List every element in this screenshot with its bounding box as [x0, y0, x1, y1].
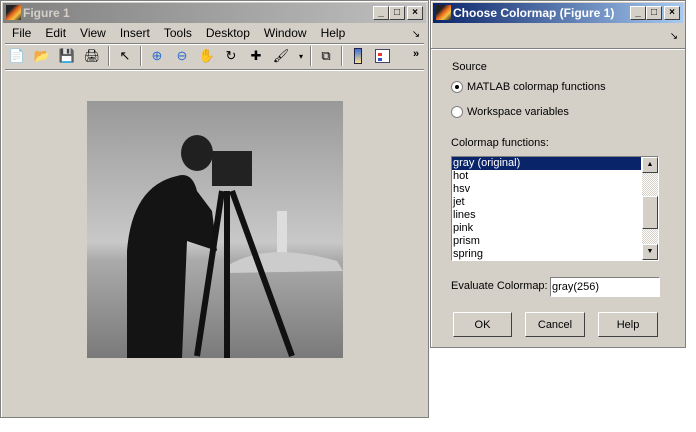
close-button[interactable]: ×: [407, 6, 423, 20]
menu-separator: [5, 43, 424, 45]
evaluate-colormap-label: Evaluate Colormap:: [451, 280, 548, 292]
menu-insert[interactable]: Insert: [113, 26, 157, 40]
figure-title-bar[interactable]: Figure 1 _ □ ×: [3, 3, 426, 23]
dialog-title: Choose Colormap (Figure 1): [453, 6, 615, 20]
new-file-icon[interactable]: 📄: [8, 47, 26, 65]
list-item[interactable]: pink: [452, 222, 641, 235]
scroll-down-button[interactable]: ▼: [642, 244, 658, 260]
cancel-button[interactable]: Cancel: [525, 312, 585, 337]
evaluate-colormap-input[interactable]: [550, 277, 660, 297]
legend-icon[interactable]: [373, 47, 391, 65]
radio-matlab-functions-label[interactable]: MATLAB colormap functions: [467, 81, 606, 93]
radio-workspace-variables[interactable]: [451, 106, 463, 118]
open-folder-icon[interactable]: 📂: [33, 47, 51, 65]
list-item[interactable]: spring: [452, 248, 641, 261]
pan-hand-icon[interactable]: ✋: [198, 47, 216, 65]
list-item[interactable]: gray (original): [452, 157, 641, 170]
maximize-button[interactable]: □: [646, 6, 662, 20]
matlab-logo-icon: [436, 5, 451, 20]
source-label: Source: [452, 61, 487, 73]
toolbar-separator: [341, 46, 343, 66]
dialog-separator: [431, 48, 685, 50]
scroll-up-button[interactable]: ▲: [642, 157, 658, 173]
toolbar-separator: [310, 46, 312, 66]
toolbar-separator-line: [5, 69, 424, 71]
menu-edit[interactable]: Edit: [38, 26, 73, 40]
cameraman-image: [87, 101, 343, 358]
help-button[interactable]: Help: [598, 312, 658, 337]
dock-arrow-icon[interactable]: ↘: [665, 27, 683, 45]
list-item[interactable]: prism: [452, 235, 641, 248]
zoom-out-icon[interactable]: ⊖: [173, 47, 191, 65]
link-plot-icon[interactable]: ⧉: [317, 47, 335, 65]
menu-file[interactable]: File: [5, 26, 38, 40]
data-cursor-icon[interactable]: ✚: [247, 47, 265, 65]
maximize-button[interactable]: □: [389, 6, 405, 20]
brush-icon[interactable]: 🖌: [272, 47, 290, 65]
select-arrow-icon[interactable]: ↖: [116, 47, 134, 65]
toolbar-separator: [140, 46, 142, 66]
print-icon[interactable]: 🖨: [83, 47, 101, 65]
list-item[interactable]: hot: [452, 170, 641, 183]
menu-help[interactable]: Help: [314, 26, 353, 40]
menu-tools[interactable]: Tools: [157, 26, 199, 40]
list-item[interactable]: hsv: [452, 183, 641, 196]
list-item[interactable]: lines: [452, 209, 641, 222]
menu-desktop[interactable]: Desktop: [199, 26, 257, 40]
toolbar-overflow-icon[interactable]: »: [407, 45, 425, 63]
ok-button[interactable]: OK: [453, 312, 512, 337]
figure-title: Figure 1: [23, 6, 70, 20]
figure-window: Figure 1 _ □ × File Edit View Insert Too…: [0, 0, 429, 418]
list-item[interactable]: jet: [452, 196, 641, 209]
colorbar-icon[interactable]: [349, 47, 367, 65]
dialog-title-bar[interactable]: Choose Colormap (Figure 1) _ □ ×: [433, 3, 683, 23]
colormap-functions-label: Colormap functions:: [451, 137, 549, 149]
figure-menubar: File Edit View Insert Tools Desktop Wind…: [5, 24, 352, 42]
dock-arrow-icon[interactable]: ↘: [407, 25, 425, 43]
colormap-functions-list[interactable]: gray (original) hot hsv jet lines pink p…: [451, 156, 659, 261]
menu-window[interactable]: Window: [257, 26, 314, 40]
list-scrollbar[interactable]: ▲ ▼: [642, 157, 658, 260]
minimize-button[interactable]: _: [373, 6, 389, 20]
brush-dropdown-icon[interactable]: ▾: [292, 47, 310, 65]
minimize-button[interactable]: _: [630, 6, 646, 20]
save-icon[interactable]: 💾: [58, 47, 76, 65]
radio-workspace-variables-label[interactable]: Workspace variables: [467, 106, 569, 118]
zoom-in-icon[interactable]: ⊕: [148, 47, 166, 65]
menu-view[interactable]: View: [73, 26, 113, 40]
matlab-logo-icon: [6, 5, 21, 20]
close-button[interactable]: ×: [664, 6, 680, 20]
toolbar-separator: [108, 46, 110, 66]
scroll-thumb[interactable]: [642, 196, 658, 229]
radio-matlab-functions[interactable]: [451, 81, 463, 93]
rotate-3d-icon[interactable]: ↻: [222, 47, 240, 65]
